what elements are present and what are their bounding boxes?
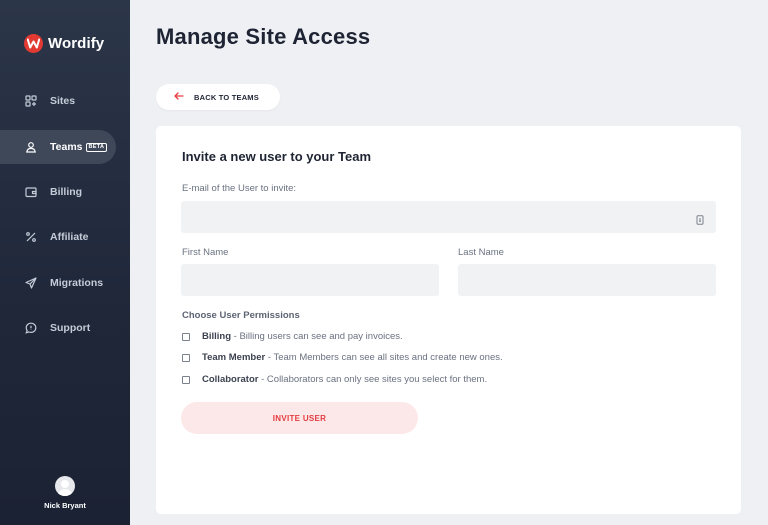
collaborator-checkbox[interactable] [182,375,190,384]
wordify-logo-icon [24,34,43,53]
avatar [55,476,75,496]
sidebar-item-label: Billing [50,186,83,198]
sidebar-item-billing[interactable]: Billing [0,175,116,209]
billing-checkbox[interactable] [182,332,190,341]
email-label: E-mail of the User to invite: [182,183,297,194]
sidebar: Wordify Sites Teams BETA Billing Affilia… [0,0,130,525]
invite-form-card: Invite a new user to your Team E-mail of… [156,126,741,514]
permission-collaborator: Collaborator - Collaborators can only se… [182,374,487,385]
last-name-label: Last Name [458,247,504,258]
sidebar-item-label: Teams [50,141,83,153]
permissions-label: Choose User Permissions [182,310,300,321]
user-name: Nick Bryant [44,501,86,510]
page-title: Manage Site Access [156,24,371,49]
permission-name: Collaborator [202,374,259,385]
beta-badge: BETA [85,142,108,152]
permission-text: Team Member - Team Members can see all s… [202,352,503,363]
form-title: Invite a new user to your Team [182,149,372,164]
email-input[interactable] [181,201,716,233]
brand-logo[interactable]: Wordify [24,34,104,53]
password-manager-icon[interactable] [696,212,704,225]
permission-text: Billing - Billing users can see and pay … [202,331,403,342]
permission-description: - Billing users can see and pay invoices… [231,331,403,342]
permission-description: - Collaborators can only see sites you s… [258,374,488,385]
first-name-input[interactable] [181,264,439,296]
sidebar-item-label: Support [50,322,91,334]
sidebar-item-label: Sites [50,95,76,107]
grid-plus-icon [24,95,37,108]
sidebar-item-support[interactable]: Support [0,311,116,345]
first-name-label: First Name [182,247,229,258]
user-icon [24,141,37,154]
sidebar-item-label: Migrations [50,277,104,289]
permission-description: - Team Members can see all sites and cre… [265,352,503,363]
chat-bubble-icon [24,322,37,335]
paper-plane-icon [24,277,37,290]
wallet-icon [24,186,37,199]
permission-billing: Billing - Billing users can see and pay … [182,331,403,342]
app-root: Wordify Sites Teams BETA Billing Affilia… [0,0,768,525]
percent-icon [24,231,37,244]
permission-team-member: Team Member - Team Members can see all s… [182,352,503,363]
permission-name: Team Member [202,352,266,363]
brand-name: Wordify [48,35,105,52]
team-member-checkbox[interactable] [182,353,190,362]
invite-user-button[interactable]: INVITE USER [181,402,418,434]
sidebar-item-sites[interactable]: Sites [0,84,116,118]
user-profile[interactable]: Nick Bryant [0,476,130,510]
arrow-left-icon [174,92,184,102]
sidebar-item-migrations[interactable]: Migrations [0,266,116,300]
back-button-label: BACK TO TEAMS [194,92,259,102]
permission-name: Billing [202,331,232,342]
back-to-teams-button[interactable]: BACK TO TEAMS [156,84,280,110]
sidebar-item-teams[interactable]: Teams BETA [0,130,116,164]
sidebar-item-label: Affiliate [50,231,89,243]
last-name-input[interactable] [458,264,716,296]
sidebar-item-affiliate[interactable]: Affiliate [0,220,116,254]
permission-text: Collaborator - Collaborators can only se… [202,374,487,385]
